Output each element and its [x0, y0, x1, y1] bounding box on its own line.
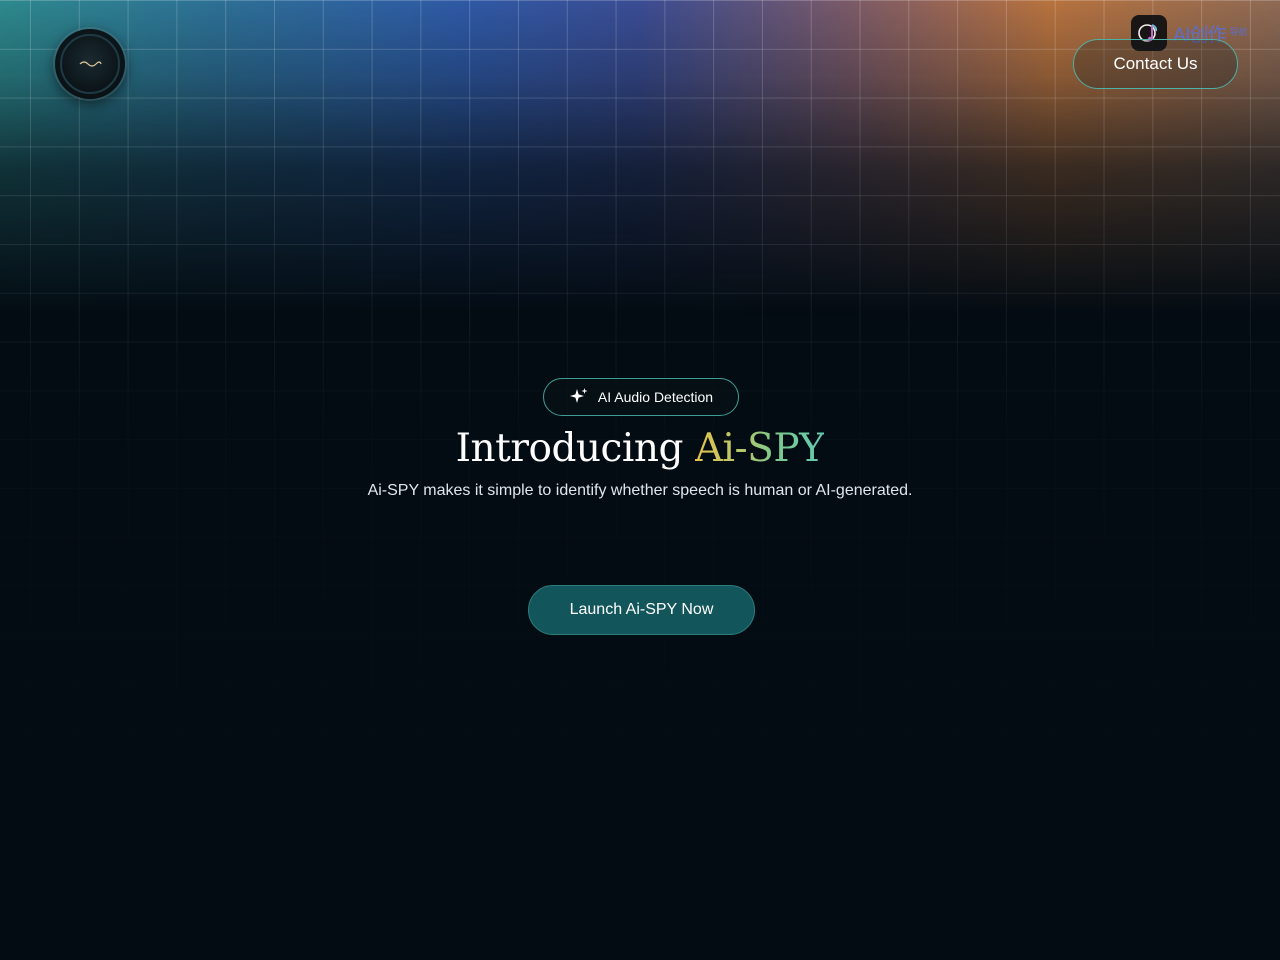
headline-brand: Ai-SPY: [694, 426, 825, 471]
sparkle-icon: [569, 388, 588, 403]
page: AI创作 导航 Contact Us AI Audio Detection In…: [0, 0, 1280, 960]
page-title: Introducing Ai-SPY: [0, 426, 1280, 471]
audio-waveform-icon: [79, 52, 102, 76]
contact-us-button[interactable]: Contact Us: [1073, 39, 1238, 89]
hero-description: Ai-SPY makes it simple to identify wheth…: [367, 482, 913, 499]
watermark-subtext: 导航: [1229, 27, 1248, 38]
headline-prefix: Introducing: [455, 426, 684, 471]
launch-ai-spy-button[interactable]: Launch Ai-SPY Now: [528, 585, 755, 635]
badge-label: AI Audio Detection: [597, 389, 714, 405]
logo-ring: [60, 34, 120, 94]
logo-button[interactable]: [55, 29, 125, 99]
background-grid: [0, 0, 1280, 960]
ai-audio-detection-badge: AI Audio Detection: [543, 378, 739, 416]
